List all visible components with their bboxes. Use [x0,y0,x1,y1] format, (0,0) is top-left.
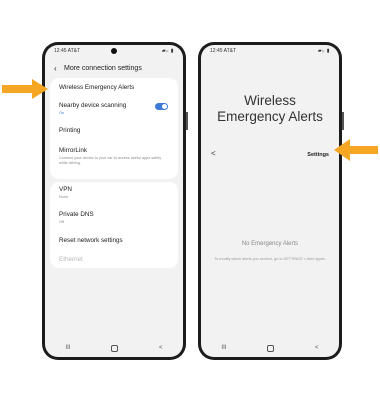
recent-apps-button[interactable]: III [65,345,70,351]
page-title: Wireless Emergency Alerts [201,93,339,125]
back-arrow-icon[interactable]: ‹ [54,64,64,73]
home-button[interactable] [111,344,119,352]
page-title: More connection settings [64,64,142,72]
row-ethernet: Ethernet [59,256,170,263]
row-vpn[interactable]: VPN None [59,186,170,200]
nav-back-button[interactable]: < [315,345,319,351]
row-title: VPN [59,186,72,193]
row-wireless-emergency-alerts[interactable]: Wireless Emergency Alerts [59,84,170,91]
page-header: ‹ More connection settings [45,61,183,75]
title-line-2: Emergency Alerts [217,109,323,124]
row-title: Nearby device scanning [59,102,127,109]
back-arrow-icon[interactable]: < [211,149,216,158]
settings-group-2: VPN None Private DNS Off Reset network s… [50,182,178,268]
nav-bar: III < [201,339,339,357]
right-phone: 12:45 AT&T ▰ᵢₗ ▮ Wireless Emergency Aler… [198,42,344,360]
row-subtitle: None [59,195,69,199]
row-subtitle: Off [59,220,64,224]
row-mirrorlink[interactable]: MirrorLink Connect your device to your c… [59,147,170,165]
camera-hole [111,48,117,54]
right-pointer-arrow-icon [334,139,378,161]
left-pointer-arrow-icon [2,79,48,99]
row-nearby-device-scanning[interactable]: Nearby device scanning On [59,102,170,116]
row-subtitle: On [59,111,65,115]
row-reset-network-settings[interactable]: Reset network settings [59,237,170,244]
row-title: Ethernet [59,256,83,263]
row-title: Reset network settings [59,237,123,244]
status-time: 12:45 AT&T [54,48,81,54]
row-title: Wireless Emergency Alerts [59,84,135,91]
signal-icon: ▰ᵢₗ ▮ [161,48,174,54]
row-title: MirrorLink [59,147,87,154]
settings-button[interactable]: Settings [307,152,329,158]
home-button[interactable] [267,344,275,352]
title-line-1: Wireless [244,93,296,108]
nav-back-button[interactable]: < [159,345,163,351]
row-private-dns[interactable]: Private DNS Off [59,211,170,225]
nav-bar: III < [45,339,183,357]
recent-apps-button[interactable]: III [221,345,226,351]
empty-state-title: No Emergency Alerts [241,241,299,247]
status-time: 12:45 AT&T [210,48,237,54]
row-title: Private DNS [59,211,94,218]
empty-state-subtitle: To modify which alerts you receive, go t… [214,257,326,261]
settings-group-1: Wireless Emergency Alerts Nearby device … [50,78,178,179]
row-printing[interactable]: Printing [59,127,170,134]
right-screen: 12:45 AT&T ▰ᵢₗ ▮ Wireless Emergency Aler… [201,45,339,357]
signal-icon: ▰ᵢₗ ▮ [317,48,330,54]
nearby-scanning-toggle[interactable] [155,103,168,110]
left-screen: 12:45 AT&T ▰ᵢₗ ▮ ‹ More connection setti… [45,45,183,357]
row-title: Printing [59,127,81,134]
row-subtitle: Connect your device to your car to acces… [59,156,162,165]
left-phone: 12:45 AT&T ▰ᵢₗ ▮ ‹ More connection setti… [42,42,188,360]
status-bar: 12:45 AT&T ▰ᵢₗ ▮ [201,45,339,57]
